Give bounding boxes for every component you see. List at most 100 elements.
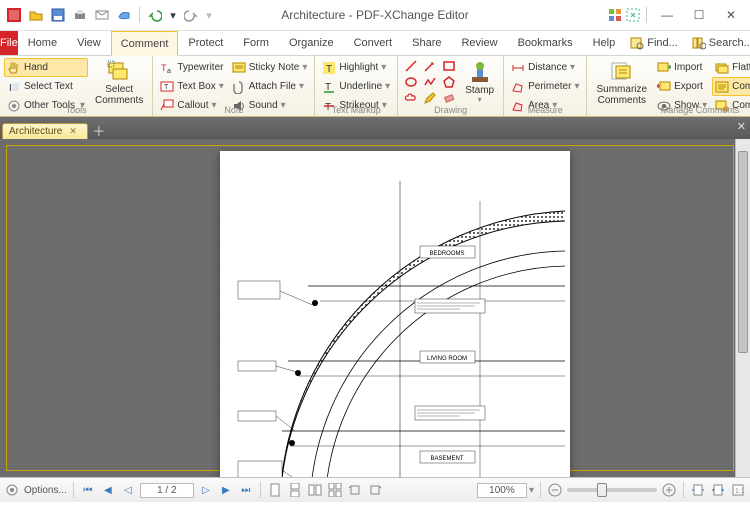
shape-line[interactable]: [402, 58, 420, 73]
close-all-icon[interactable]: ✕: [737, 120, 746, 133]
print-icon[interactable]: [70, 5, 90, 25]
tab-protect[interactable]: Protect: [178, 31, 233, 55]
zoom-slider-thumb[interactable]: [597, 483, 607, 497]
fit-width-icon[interactable]: [710, 482, 726, 498]
tab-convert[interactable]: Convert: [344, 31, 403, 55]
open-icon[interactable]: [26, 5, 46, 25]
layout-facing-icon[interactable]: [307, 482, 323, 498]
tab-form[interactable]: Form: [233, 31, 279, 55]
perimeter-tool[interactable]: Perimeter▾: [508, 77, 582, 96]
fit-page-icon[interactable]: [690, 482, 706, 498]
comments-list[interactable]: Comments List: [712, 77, 750, 96]
flatten-comments[interactable]: Flatten: [712, 58, 750, 77]
typewriter-tool[interactable]: TaTypewriter: [157, 58, 226, 77]
gear-icon[interactable]: [4, 482, 20, 498]
svg-text:I: I: [9, 83, 12, 94]
page-indicator[interactable]: 1 / 2: [140, 483, 194, 498]
last-page-icon[interactable]: ⏭: [238, 482, 254, 498]
shape-eraser[interactable]: [440, 90, 458, 105]
document-tab[interactable]: Architecture✕: [2, 123, 88, 139]
layout-continuous-icon[interactable]: [287, 482, 303, 498]
undo-icon[interactable]: [145, 5, 165, 25]
layout-single-icon[interactable]: [267, 482, 283, 498]
rotate-cw-icon[interactable]: [367, 482, 383, 498]
sticky-note-tool[interactable]: Sticky Note▾: [229, 58, 311, 77]
underline-tool[interactable]: TUnderline▾: [319, 77, 393, 96]
maximize-button[interactable]: ☐: [684, 3, 714, 27]
shape-rect[interactable]: [440, 58, 458, 73]
close-tab-icon[interactable]: ✕: [69, 126, 77, 137]
attach-file-tool[interactable]: Attach File▾: [229, 77, 311, 96]
file-tab[interactable]: File: [0, 31, 18, 55]
zoom-out-icon[interactable]: [547, 482, 563, 498]
tab-home[interactable]: Home: [18, 31, 67, 55]
group-tools: Hand ISelect Text Other Tools▾ Select Co…: [0, 56, 153, 116]
textbox-tool[interactable]: TText Box▾: [157, 77, 226, 96]
select-text-tool[interactable]: ISelect Text: [4, 77, 88, 96]
zoom-value[interactable]: 100%: [477, 483, 527, 498]
shape-arrow[interactable]: [421, 58, 439, 73]
tab-help[interactable]: Help: [583, 31, 626, 55]
first-page-icon[interactable]: ⏮: [80, 482, 96, 498]
save-icon[interactable]: [48, 5, 68, 25]
shape-polyline[interactable]: [421, 74, 439, 89]
scan-icon[interactable]: [114, 5, 134, 25]
actual-size-icon[interactable]: 1:1: [730, 482, 746, 498]
minimize-button[interactable]: —: [652, 3, 682, 27]
vertical-scrollbar[interactable]: [735, 139, 750, 477]
prev-view-icon[interactable]: ◁: [120, 482, 136, 498]
document-canvas[interactable]: BEDROOMS LIVING ROOM BASEMENT: [0, 139, 750, 477]
new-tab-button[interactable]: ＋: [90, 121, 108, 139]
titlebar: ▾ ▾ Architecture - PDF-XChange Editor — …: [0, 0, 750, 31]
redo-dropdown-icon[interactable]: ▾: [203, 5, 215, 25]
quick-access-toolbar: ▾ ▾: [4, 5, 215, 25]
distance-tool[interactable]: Distance▾: [508, 58, 582, 77]
undo-dropdown-icon[interactable]: ▾: [167, 5, 179, 25]
menubar: File Home View Comment Protect Form Orga…: [0, 31, 750, 56]
options-button[interactable]: Options...: [24, 485, 67, 496]
zoom-slider[interactable]: [567, 488, 657, 492]
next-view-icon[interactable]: ▷: [198, 482, 214, 498]
tab-review[interactable]: Review: [451, 31, 507, 55]
layout-facing-continuous-icon[interactable]: [327, 482, 343, 498]
app-icon[interactable]: [4, 5, 24, 25]
scroll-thumb[interactable]: [738, 151, 748, 353]
stamp-tool[interactable]: Stamp▾: [460, 58, 499, 108]
shape-polygon[interactable]: [440, 74, 458, 89]
search-button[interactable]: Search...: [687, 33, 750, 53]
tab-organize[interactable]: Organize: [279, 31, 344, 55]
zoom-in-icon[interactable]: [661, 482, 677, 498]
label-living: LIVING ROOM: [427, 356, 467, 362]
email-icon[interactable]: [92, 5, 112, 25]
label-basement: BASEMENT: [430, 456, 463, 462]
shape-cloud[interactable]: [402, 90, 420, 105]
svg-text:T: T: [326, 64, 332, 75]
prev-page-icon[interactable]: ◀: [100, 482, 116, 498]
svg-text:1:1: 1:1: [735, 488, 745, 495]
tab-comment[interactable]: Comment: [111, 31, 179, 56]
find-button[interactable]: Find...: [625, 33, 683, 53]
svg-text:T: T: [164, 84, 169, 91]
shape-oval[interactable]: [402, 74, 420, 89]
redo-icon[interactable]: [181, 5, 201, 25]
hand-tool[interactable]: Hand: [4, 58, 88, 77]
launch-icon[interactable]: [625, 7, 641, 23]
ui-options-icon[interactable]: [607, 7, 623, 23]
import-comments[interactable]: Import: [654, 58, 710, 77]
group-note: TaTypewriter TText Box▾ Callout▾ Sticky …: [153, 56, 315, 116]
shape-pencil[interactable]: [421, 90, 439, 105]
next-page-icon[interactable]: ▶: [218, 482, 234, 498]
export-comments[interactable]: Export: [654, 77, 710, 96]
document-tab-bar: Architecture✕ ＋ ✕: [0, 117, 750, 139]
select-comments-tool[interactable]: Select Comments: [90, 58, 148, 108]
tab-share[interactable]: Share: [402, 31, 451, 55]
tab-bookmarks[interactable]: Bookmarks: [508, 31, 583, 55]
summarize-comments[interactable]: Summarize Comments: [591, 58, 652, 108]
pdf-page: BEDROOMS LIVING ROOM BASEMENT: [220, 151, 570, 477]
highlight-tool[interactable]: THighlight▾: [319, 58, 393, 77]
tab-view[interactable]: View: [67, 31, 111, 55]
close-button[interactable]: ✕: [716, 3, 746, 27]
rotate-ccw-icon[interactable]: [347, 482, 363, 498]
group-measure: Distance▾ Perimeter▾ Area▾ Measure: [504, 56, 587, 116]
group-manage-comments: Summarize Comments Import Export Show▾ F…: [587, 56, 750, 116]
